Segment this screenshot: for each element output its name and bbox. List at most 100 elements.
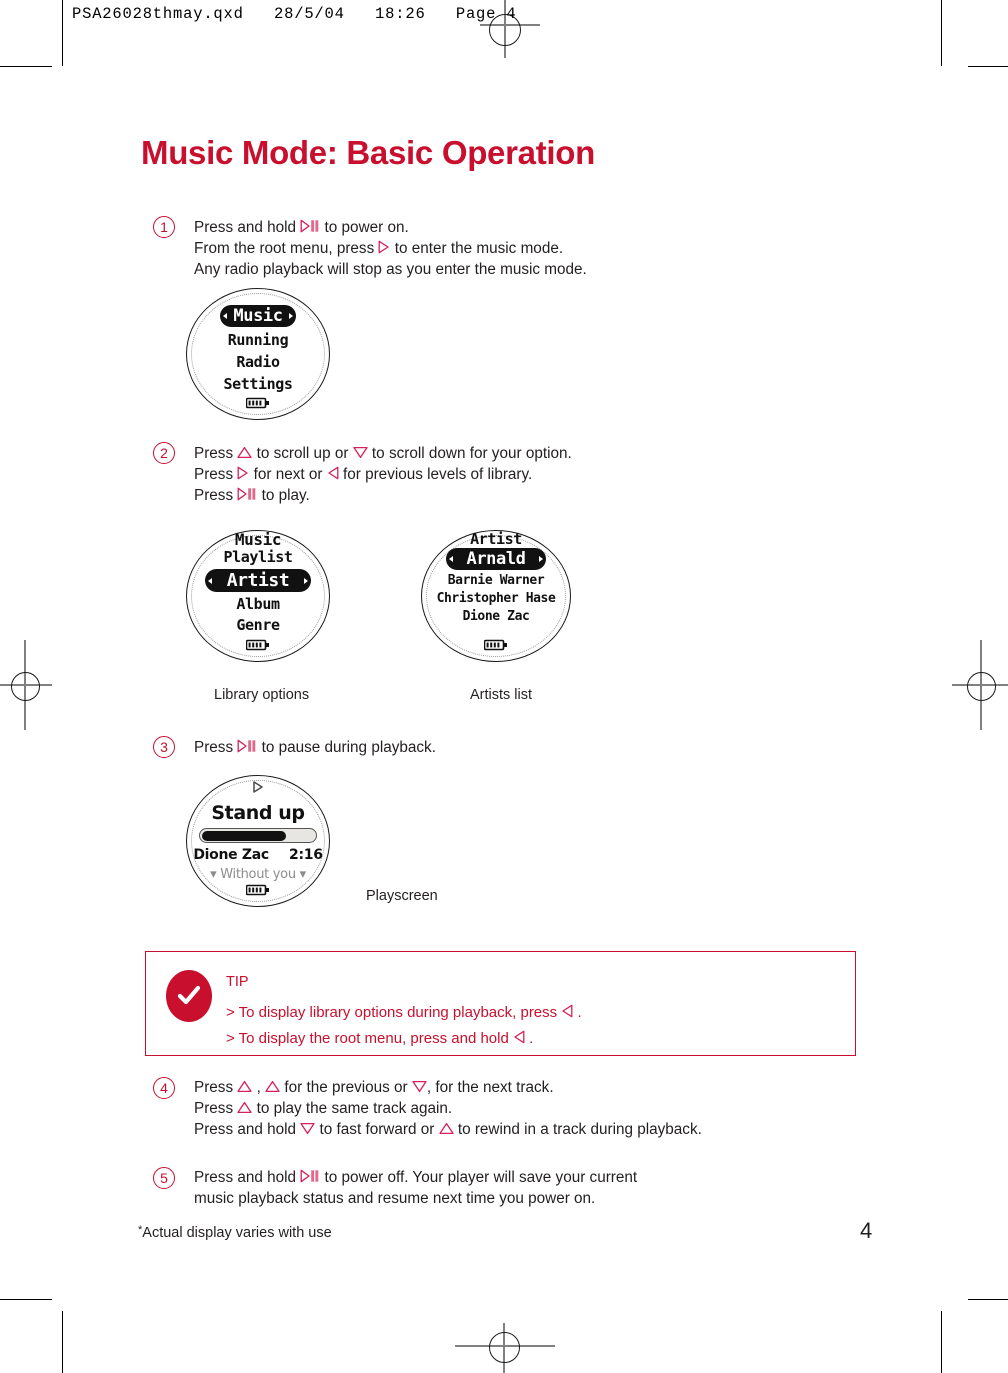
crop-mark-top-left-horizontal [0,66,52,67]
lcd-row: Settings [223,375,293,393]
left-triangle-icon [513,1030,525,1044]
prepress-header-text: PSA26028thmay.qxd 28/5/04 18:26 Page 4 [72,5,517,23]
step-line: Press and hold to power on. [194,217,587,238]
text-run: for next or [249,466,327,483]
caption-playscreen: Playscreen [366,888,438,904]
text-run: Press and hold [194,1121,301,1138]
text-run: > To display the root menu, press and ho… [226,1030,513,1047]
caption-artists-list: Artists list [470,687,533,703]
footnote-text: Actual display varies with use [142,1225,332,1241]
step-text-1: Press and hold to power on. From the root… [194,217,587,280]
step-text-4: Press , for the previous or , for the ne… [194,1077,702,1140]
step-number-1: 1 [153,216,175,238]
text-run: Press [194,466,238,483]
screen-playscreen: Stand up Dione Zac 2:16 ▾ Without you ▾ [186,775,330,907]
step-number-2: 2 [153,442,175,464]
play-pause-icon [237,487,257,501]
down-triangle-icon [353,446,368,459]
crop-mark-top-right-horizontal [968,66,1008,67]
text-run: to pause during playback. [257,739,436,756]
text-run: . [573,1004,582,1021]
step-line: music playback status and resume next ti… [194,1188,637,1209]
step-line: Press to play the same track again. [194,1098,702,1119]
crop-mark-bottom-right-horizontal [968,1299,1008,1300]
text-run: to rewind in a track during playback. [453,1121,702,1138]
step-line: Press to pause during playback. [194,737,436,758]
checkmark-icon [166,970,212,1022]
left-triangle-icon [327,466,339,480]
crop-mark-bottom-left-vertical [62,1311,63,1373]
text-run: Press [194,445,238,462]
text-run: Press [194,487,238,504]
step-line: Press and hold to fast forward or to rew… [194,1119,702,1140]
down-triangle-icon [412,1080,427,1093]
step-line: Press to scroll up or to scroll down for… [194,443,572,464]
registration-mark-right [967,672,996,701]
step-line: Press and hold to power off. Your player… [194,1167,637,1188]
step-line: From the root menu, press to enter the m… [194,238,587,259]
text-run: . [525,1030,534,1047]
track-title: Stand up [211,802,305,824]
crop-mark-top-right-vertical [941,0,942,66]
play-pause-icon [300,219,320,233]
lcd-row: Barnie Warner [447,573,545,588]
lcd-row: Running [227,331,289,349]
up-triangle-icon [237,1101,253,1114]
lcd-row: Genre [236,616,280,634]
tip-line-1: > To display library options during play… [226,1004,582,1021]
text-run: to play. [257,487,310,504]
track-meta: Dione Zac 2:16 [193,847,323,863]
step-text-5: Press and hold to power off. Your player… [194,1167,637,1209]
battery-icon [245,636,270,655]
crop-mark-bottom-right-vertical [941,1311,942,1373]
text-run: , [252,1079,266,1096]
lcd-row: Radio [236,353,280,371]
next-track-label: Without you [220,867,296,882]
lcd-row: Music [220,305,296,327]
text-run: Press and hold [194,1169,301,1186]
down-triangle-icon [300,1122,315,1135]
text-run: Press [194,739,238,756]
registration-mark-bottom [489,1332,520,1363]
text-run: music playback status and resume next ti… [194,1190,596,1207]
lcd-header: Artist [470,530,522,545]
manual-page: PSA26028thmay.qxd 28/5/04 18:26 Page 4 M… [0,0,1008,1373]
battery-icon [483,636,508,655]
chevron-down-icon: ▾ [299,867,307,882]
play-pause-icon [237,739,257,753]
lcd-row: Album [236,595,280,613]
up-triangle-icon [237,1080,253,1093]
text-run: for the previous or [280,1079,412,1096]
battery-icon [245,394,270,413]
up-triangle-icon [265,1080,280,1093]
text-run: From the root menu, press [194,240,379,257]
right-triangle-icon [237,466,249,480]
page-number: 4 [860,1218,873,1243]
lcd-row: Artist [204,569,312,592]
text-run: Any radio playback will stop as you ente… [194,261,587,278]
right-triangle-icon [378,240,390,254]
step-number-5: 5 [153,1167,175,1189]
crop-mark-top-left-vertical [62,0,63,66]
progress-bar [199,828,317,843]
text-run: , for the next track. [426,1079,554,1096]
lcd-row: Arnald [446,548,546,570]
text-run: to play the same track again. [252,1100,453,1117]
crop-mark-bottom-left-horizontal [0,1299,52,1300]
play-icon [251,779,265,798]
tip-line-2: > To display the root menu, press and ho… [226,1030,533,1047]
tip-label: TIP [226,974,249,990]
step-line: Press for next or for previous levels of… [194,464,572,485]
step-line: Press , for the previous or , for the ne… [194,1077,702,1098]
chevron-down-icon: ▾ [210,867,217,882]
footnote: *Actual display varies with use [138,1224,332,1241]
step-number-4: 4 [153,1077,175,1099]
step-text-2: Press to scroll up or to scroll down for… [194,443,572,506]
step-line: Any radio playback will stop as you ente… [194,259,587,280]
step-number-3: 3 [153,736,175,758]
up-triangle-icon [438,1122,454,1135]
text-run: > To display library options during play… [226,1004,562,1021]
artist-name: Dione Zac [193,847,269,863]
progress-bar-fill [201,830,287,841]
step-text-3: Press to pause during playback. [194,737,436,758]
